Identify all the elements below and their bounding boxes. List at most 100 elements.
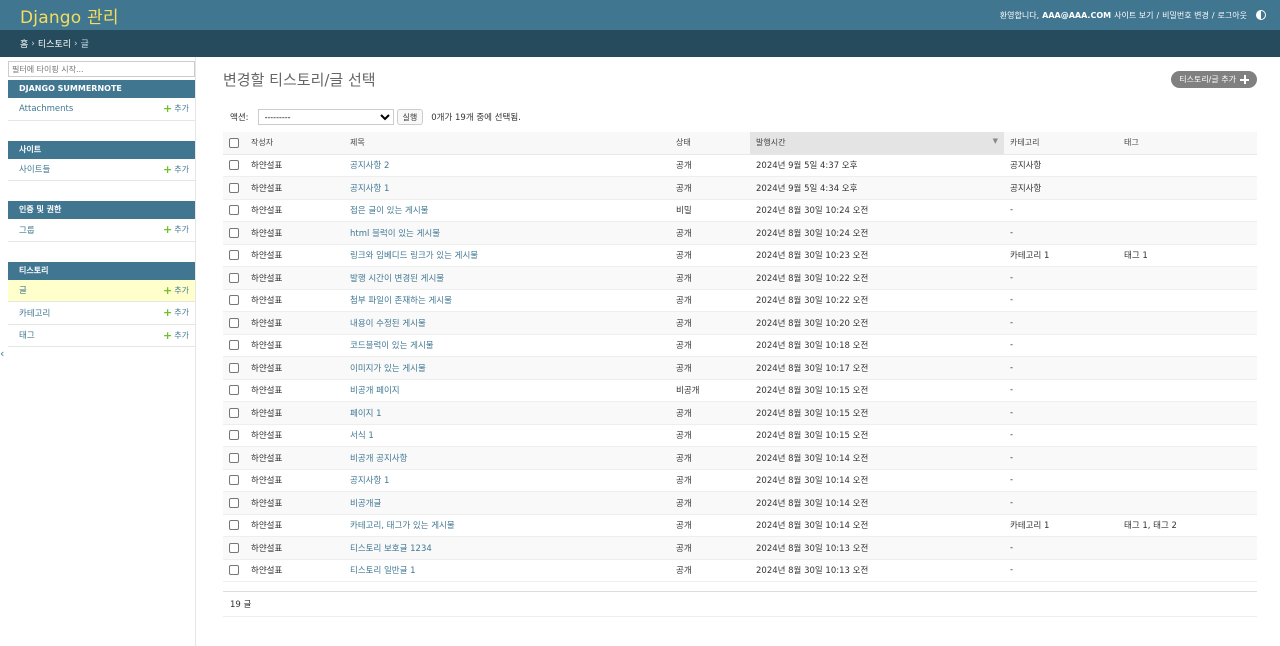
add-category-button[interactable]: + 추가 <box>163 307 189 318</box>
row-checkbox[interactable] <box>229 272 239 283</box>
post-title-link[interactable]: 내용이 수정된 게시물 <box>350 319 426 329</box>
cell-author: 하얀설표 <box>245 536 344 560</box>
cell-author: 하얀설표 <box>245 176 344 200</box>
row-checkbox[interactable] <box>229 385 239 395</box>
action-select[interactable]: --------- <box>257 109 394 125</box>
row-checkbox[interactable] <box>229 295 239 305</box>
row-checkbox[interactable] <box>229 227 239 238</box>
post-title-link[interactable]: 서식 1 <box>350 431 374 441</box>
row-select-cell <box>223 334 245 357</box>
view-site-link[interactable]: 사이트 보기 <box>1114 10 1153 21</box>
row-checkbox[interactable] <box>229 475 239 485</box>
add-attachment-button[interactable]: + 추가 <box>163 103 189 114</box>
cell-author: 하얀설표 <box>245 401 344 425</box>
column-header-title[interactable]: 제목 <box>344 132 670 155</box>
row-checkbox[interactable] <box>229 407 239 418</box>
cell-tags <box>1118 491 1257 515</box>
add-post-object-button[interactable]: 티스토리/글 추가 <box>1171 71 1257 88</box>
row-checkbox[interactable] <box>229 430 239 440</box>
cell-category: - <box>1004 311 1118 335</box>
post-title-link[interactable]: 카테고리, 태그가 있는 게시물 <box>350 521 455 531</box>
change-password-link[interactable]: 비밀번호 변경 <box>1162 10 1209 21</box>
row-checkbox[interactable] <box>229 250 239 260</box>
module-caption[interactable]: Django Summernote <box>8 80 195 98</box>
post-title-link[interactable]: 이미지가 있는 게시물 <box>350 364 426 374</box>
row-checkbox[interactable] <box>229 452 239 463</box>
cell-title: 티스토리 일반글 1 <box>344 559 670 582</box>
post-title-link[interactable]: 페이지 1 <box>350 409 382 419</box>
sidebar-collapse-icon[interactable]: ‹ <box>0 347 4 360</box>
row-checkbox[interactable] <box>229 205 239 215</box>
row-checkbox[interactable] <box>229 542 239 553</box>
post-title-link[interactable]: html 블럭이 있는 게시물 <box>350 229 440 239</box>
cell-status: 공개 <box>670 356 750 380</box>
add-label: 추가 <box>174 330 189 340</box>
table-row: 하얀설표 공지사항 1 공개 2024년 9월 5일 4:34 오후 공지사항 <box>223 176 1257 200</box>
actions-label: 액션: <box>230 113 249 123</box>
add-icon: + <box>163 102 173 116</box>
theme-toggle-icon[interactable] <box>1256 10 1266 20</box>
cell-tags <box>1118 199 1257 222</box>
sidebar-item-label[interactable]: 태그 <box>19 329 35 341</box>
row-checkbox[interactable] <box>229 160 239 170</box>
post-title-link[interactable]: 티스토리 일반글 1 <box>350 566 416 576</box>
sidebar-item-label[interactable]: 카테고리 <box>19 307 50 319</box>
separator: / <box>1156 10 1160 20</box>
logout-link[interactable]: 로그아웃 <box>1218 10 1247 21</box>
sidebar-item-label[interactable]: Attachments <box>19 104 73 114</box>
post-title-link[interactable]: 공지사항 2 <box>350 161 389 171</box>
sidebar-item-sites: 사이트들 + 추가 <box>8 159 195 181</box>
sort-desc-icon[interactable]: ▼ <box>993 137 998 145</box>
breadcrumb-home[interactable]: 홈 <box>20 37 28 50</box>
row-checkbox[interactable] <box>229 340 239 350</box>
row-select-cell <box>223 559 245 582</box>
post-title-link[interactable]: 비공개 페이지 <box>350 386 400 396</box>
post-title-link[interactable]: 첨부 파일이 존재하는 게시물 <box>350 296 452 306</box>
add-tag-button[interactable]: + 추가 <box>163 330 189 341</box>
row-checkbox[interactable] <box>229 182 239 193</box>
add-site-button[interactable]: + 추가 <box>163 164 189 175</box>
cell-title: 이미지가 있는 게시물 <box>344 356 670 380</box>
cell-category: - <box>1004 446 1118 470</box>
post-title-link[interactable]: 링크와 임베디드 링크가 있는 게시물 <box>350 251 478 261</box>
cell-published: 2024년 8월 30일 10:13 오전 <box>750 559 1004 582</box>
site-header: Django 관리 환영합니다, AAA@AAA.COM 사이트 보기 / 비밀… <box>0 0 1280 30</box>
sidebar-item-label[interactable]: 글 <box>19 284 27 296</box>
sidebar-item-label[interactable]: 사이트들 <box>19 163 50 175</box>
post-title-link[interactable]: 발행 시간이 변경된 게시물 <box>350 274 444 284</box>
post-title-link[interactable]: 코드블럭이 있는 게시물 <box>350 341 434 351</box>
row-checkbox[interactable] <box>229 565 239 575</box>
cell-title: 접은 글이 있는 게시물 <box>344 199 670 222</box>
breadcrumb-app[interactable]: 티스토리 <box>38 37 71 50</box>
post-title-link[interactable]: 비공개 공지사항 <box>350 454 407 464</box>
select-all-checkbox[interactable] <box>229 137 239 148</box>
column-header-status[interactable]: 상태 <box>670 132 750 155</box>
module-caption[interactable]: 사이트 <box>8 140 195 159</box>
post-title-link[interactable]: 티스토리 보호글 1234 <box>350 544 432 554</box>
row-checkbox[interactable] <box>229 497 239 508</box>
post-title-link[interactable]: 접은 글이 있는 게시물 <box>350 206 429 216</box>
row-checkbox[interactable] <box>229 362 239 373</box>
module-tistory: 티스토리 글 + 추가 카테고리 + 추가 태그 + 추가 <box>8 261 195 347</box>
sidebar-item-label[interactable]: 그룹 <box>19 224 35 236</box>
post-title-link[interactable]: 공지사항 1 <box>350 184 389 194</box>
column-header-author[interactable]: 작성자 <box>245 132 344 155</box>
column-header-category[interactable]: 카테고리 <box>1004 132 1118 155</box>
row-checkbox[interactable] <box>229 317 239 328</box>
cell-author: 하얀설표 <box>245 334 344 357</box>
post-title-link[interactable]: 비공개글 <box>350 499 381 509</box>
row-checkbox[interactable] <box>229 520 239 530</box>
module-caption[interactable]: 인증 및 권한 <box>8 201 195 219</box>
add-group-button[interactable]: + 추가 <box>163 224 189 235</box>
site-branding[interactable]: Django 관리 <box>20 3 119 28</box>
row-select-cell <box>223 311 245 335</box>
cell-category: - <box>1004 266 1118 290</box>
post-title-link[interactable]: 공지사항 1 <box>350 476 389 486</box>
column-header-published[interactable]: 발행시간 ▼ <box>750 132 1004 155</box>
go-button[interactable]: 실행 <box>396 109 424 125</box>
module-caption[interactable]: 티스토리 <box>8 261 195 280</box>
sidebar-filter-input[interactable] <box>8 61 195 77</box>
column-header-tags[interactable]: 태그 <box>1118 132 1257 155</box>
add-post-button[interactable]: + 추가 <box>163 285 189 296</box>
row-select-cell <box>223 289 245 312</box>
